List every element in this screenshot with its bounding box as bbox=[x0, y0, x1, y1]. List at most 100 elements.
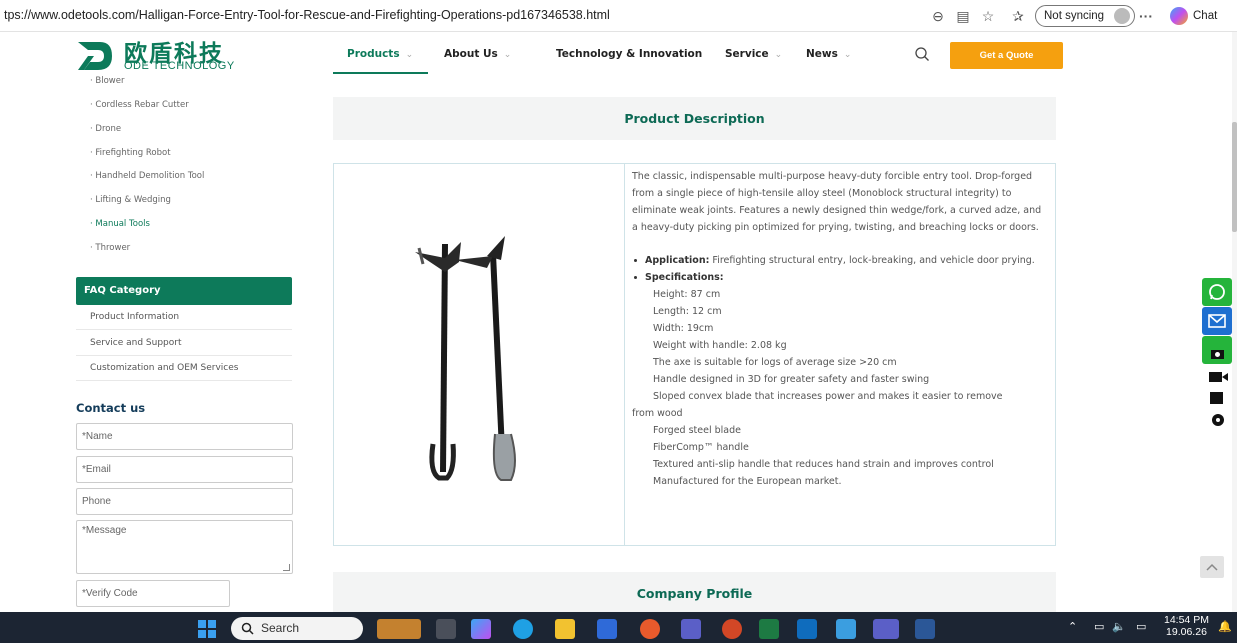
category-manual-tools[interactable]: · Manual Tools bbox=[90, 219, 150, 229]
category-firefighting-robot[interactable]: · Firefighting Robot bbox=[90, 148, 171, 158]
faq-customization-oem[interactable]: Customization and OEM Services bbox=[76, 356, 292, 381]
faq-product-information[interactable]: Product Information bbox=[76, 305, 292, 330]
verify-code-field[interactable]: *Verify Code bbox=[76, 580, 230, 607]
chat-label: Chat bbox=[1193, 10, 1218, 22]
chevron-down-icon: ⌄ bbox=[503, 50, 512, 60]
clock-date: 19.06.26 bbox=[1166, 626, 1207, 638]
spec-forged-blade: Forged steel blade bbox=[653, 425, 741, 436]
spec-width: Width: 19cm bbox=[653, 323, 714, 334]
search-icon bbox=[241, 622, 254, 635]
category-demolition-tool[interactable]: · Handheld Demolition Tool bbox=[90, 171, 204, 181]
store-icon[interactable] bbox=[597, 619, 617, 639]
whatsapp-icon bbox=[1209, 284, 1225, 300]
nav-about-label: About Us bbox=[444, 48, 498, 60]
application-label: Application: bbox=[645, 255, 710, 266]
taskbar-clock[interactable]: 14:54 PM 19.06.26 bbox=[1164, 614, 1209, 638]
nav-products-label: Products bbox=[347, 48, 400, 60]
phone-field[interactable]: Phone bbox=[76, 488, 293, 515]
camera-icon bbox=[1211, 350, 1224, 359]
whatsapp-button[interactable] bbox=[1202, 278, 1232, 306]
mail-app-icon[interactable] bbox=[640, 619, 660, 639]
sync-button[interactable]: Not syncing bbox=[1035, 5, 1136, 27]
zoom-icon[interactable]: ⊖ bbox=[928, 6, 948, 26]
category-thrower[interactable]: · Thrower bbox=[90, 243, 130, 253]
nav-news-label: News bbox=[806, 48, 838, 60]
ode-logo-icon[interactable] bbox=[74, 38, 114, 74]
category-label: Thrower bbox=[95, 243, 131, 253]
back-to-top-button[interactable] bbox=[1200, 556, 1224, 578]
category-label: Firefighting Robot bbox=[95, 148, 171, 158]
nav-products[interactable]: Products ⌄ bbox=[347, 48, 413, 60]
more-menu-icon[interactable]: ··· bbox=[1136, 6, 1156, 26]
taskbar-search[interactable]: Search bbox=[231, 617, 363, 640]
nav-technology[interactable]: Technology & Innovation bbox=[556, 48, 702, 60]
battery-icon[interactable]: ▭ bbox=[1136, 620, 1146, 633]
category-rebar-cutter[interactable]: · Cordless Rebar Cutter bbox=[90, 100, 189, 110]
spec-length: Length: 12 cm bbox=[653, 306, 722, 317]
email-field[interactable]: *Email bbox=[76, 456, 293, 483]
copilot-icon bbox=[1170, 6, 1188, 25]
address-bar[interactable]: tps://www.odetools.com/Halligan-Force-En… bbox=[4, 8, 610, 22]
edge-browser-icon[interactable] bbox=[513, 619, 533, 639]
nav-service-label: Service bbox=[725, 48, 769, 60]
email-button[interactable] bbox=[1202, 307, 1232, 335]
category-label: Manual Tools bbox=[95, 219, 150, 229]
message-field[interactable]: *Message bbox=[76, 520, 293, 574]
reader-view-icon[interactable]: ▤ bbox=[953, 6, 973, 26]
contact-us-heading: Contact us bbox=[76, 401, 146, 415]
display-icon[interactable]: ▭ bbox=[1094, 620, 1104, 633]
sync-label: Not syncing bbox=[1044, 10, 1105, 22]
windows-start-icon[interactable] bbox=[198, 620, 216, 638]
file-explorer-icon[interactable] bbox=[555, 619, 575, 639]
nav-about-us[interactable]: About Us ⌄ bbox=[444, 48, 511, 60]
clock-time: 14:54 PM bbox=[1164, 614, 1209, 626]
excel-icon[interactable] bbox=[759, 619, 779, 639]
category-label: Blower bbox=[95, 76, 125, 86]
faq-service-support[interactable]: Service and Support bbox=[76, 331, 292, 356]
news-widget-icon[interactable] bbox=[377, 619, 421, 639]
spec-height: Height: 87 cm bbox=[653, 289, 721, 300]
word-icon[interactable] bbox=[915, 619, 935, 639]
category-blower[interactable]: · Blower bbox=[90, 76, 124, 86]
search-icon[interactable] bbox=[914, 46, 930, 62]
get-a-quote-button[interactable]: Get a Quote bbox=[950, 42, 1063, 69]
name-field[interactable]: *Name bbox=[76, 423, 293, 450]
outlook-icon[interactable] bbox=[797, 619, 817, 639]
nav-service[interactable]: Service ⌄ bbox=[725, 48, 782, 60]
spec-weight: Weight with handle: 2.08 kg bbox=[653, 340, 787, 351]
nav-news[interactable]: News ⌄ bbox=[806, 48, 851, 60]
spec-handle-3d: Handle designed in 3D for greater safety… bbox=[653, 374, 930, 385]
screenshot-tools-icon[interactable] bbox=[1207, 368, 1229, 438]
copilot-chat-button[interactable]: Chat bbox=[1170, 6, 1217, 26]
notepad-icon[interactable] bbox=[836, 619, 856, 639]
spec-axe-logs: The axe is suitable for logs of average … bbox=[653, 357, 897, 368]
category-drone[interactable]: · Drone bbox=[90, 124, 121, 134]
task-view-icon[interactable] bbox=[436, 619, 456, 639]
mail-icon bbox=[1208, 314, 1226, 328]
spec-anti-slip: Textured anti-slip handle that reduces h… bbox=[653, 459, 994, 470]
favorites-icon[interactable]: ✰ bbox=[1008, 6, 1028, 26]
chevron-up-icon bbox=[1206, 563, 1218, 571]
logo-english-text[interactable]: ODE TECHNOLOGY bbox=[124, 60, 235, 72]
volume-icon[interactable]: 🔈 bbox=[1112, 620, 1126, 633]
active-nav-underline bbox=[333, 72, 428, 74]
halligan-tool-image bbox=[415, 236, 516, 481]
scrollbar-thumb[interactable] bbox=[1232, 122, 1237, 232]
powerpoint-icon[interactable] bbox=[722, 619, 742, 639]
notification-icon[interactable]: 🔔 bbox=[1218, 620, 1232, 633]
company-profile-heading: Company Profile bbox=[333, 572, 1056, 615]
profile-avatar bbox=[1114, 8, 1131, 24]
category-lifting-wedging[interactable]: · Lifting & Wedging bbox=[90, 195, 171, 205]
page-scrollbar[interactable] bbox=[1232, 32, 1237, 612]
application-bullet: Application: Firefighting structural ent… bbox=[632, 252, 1047, 269]
intro-paragraph: The classic, indispensable multi-purpose… bbox=[632, 171, 1042, 233]
favorite-star-icon[interactable]: ☆ bbox=[978, 6, 998, 26]
application-text: Firefighting structural entry, lock-brea… bbox=[709, 255, 1035, 266]
teams-icon[interactable] bbox=[681, 619, 701, 639]
spec-fibercomp: FiberComp™ handle bbox=[653, 442, 749, 453]
vpn-app-icon[interactable] bbox=[873, 619, 899, 639]
nav-technology-label: Technology & Innovation bbox=[556, 48, 703, 60]
copilot-app-icon[interactable] bbox=[471, 619, 491, 639]
tray-chevron-up-icon[interactable]: ⌃ bbox=[1068, 620, 1077, 633]
wechat-button[interactable] bbox=[1202, 336, 1232, 364]
